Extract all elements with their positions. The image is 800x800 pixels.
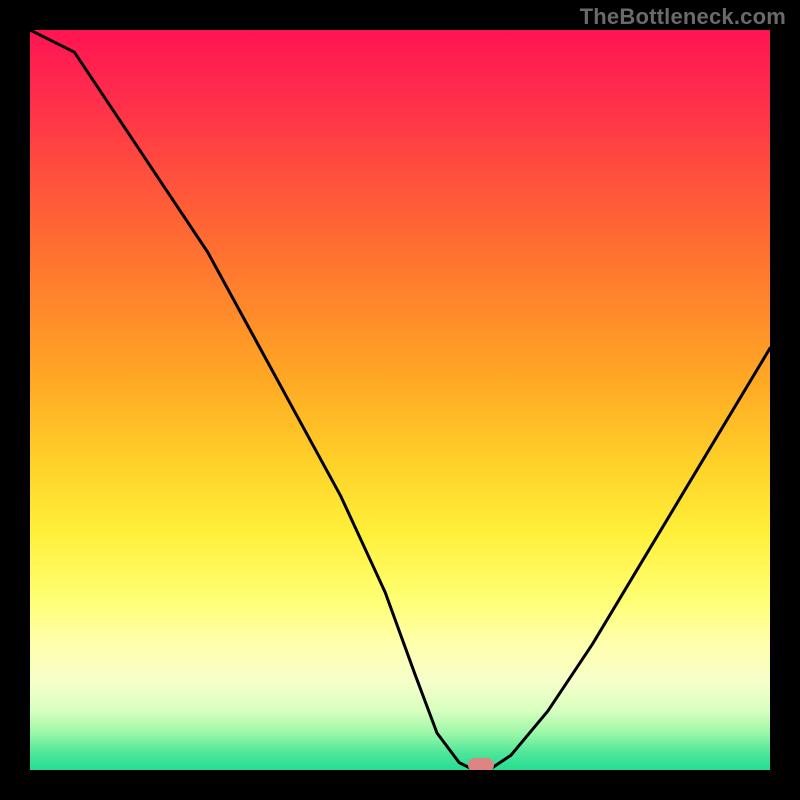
sweet-spot-marker	[468, 758, 494, 770]
bottleneck-curve	[30, 30, 770, 770]
plot-area	[30, 30, 770, 770]
chart-frame: TheBottleneck.com	[0, 0, 800, 800]
curve-path	[30, 30, 770, 770]
watermark-text: TheBottleneck.com	[580, 4, 786, 30]
